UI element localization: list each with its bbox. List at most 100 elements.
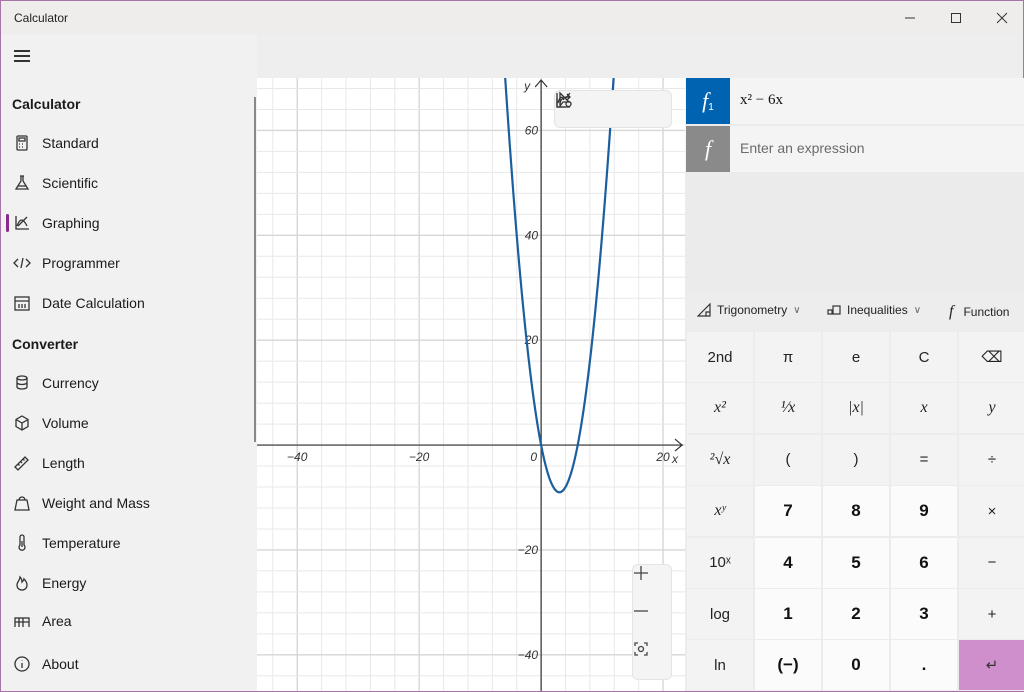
square-button[interactable]: x² — [687, 383, 753, 434]
e-button[interactable]: e — [823, 332, 889, 382]
function-button[interactable]: f Function — [949, 303, 1009, 321]
function-expression[interactable]: x² − 6x — [740, 92, 783, 109]
root-button[interactable]: ²√x — [687, 434, 753, 485]
key-label: 1 — [783, 604, 793, 623]
key-label: 8 — [851, 501, 861, 521]
inequality-icon — [827, 305, 841, 315]
graph-canvas[interactable]: −40 −20 0 20 60 40 20 −20 −40 x y — [257, 78, 685, 691]
sidebar-item-label: Length — [42, 455, 85, 471]
sidebar-item-graphing[interactable]: Graphing — [1, 205, 251, 241]
key-label: 2 — [851, 604, 861, 623]
triangle-icon — [697, 303, 711, 317]
divide-button[interactable]: ÷ — [959, 434, 1024, 485]
key-label: x — [920, 399, 928, 417]
sidebar-item-label: Volume — [42, 415, 89, 431]
keypad: 2nd π e C ⌫ x² ¹⁄x |x| x y ²√x () = ÷ xʸ 7 8 9 × 10ˣ 4 5 6 − log… — [685, 331, 1024, 691]
key-label: 3 — [919, 604, 929, 623]
multiply-button[interactable]: × — [959, 486, 1024, 537]
sidebar-item-area[interactable]: Area — [1, 605, 251, 627]
sidebar-item-about[interactable]: About — [1, 646, 251, 682]
sidebar-item-date-calculation[interactable]: Date Calculation — [1, 285, 251, 321]
key-label: = — [919, 451, 929, 469]
new-function-entry[interactable]: f Enter an expression — [685, 126, 1024, 172]
plus-icon — [634, 566, 648, 580]
power-button[interactable]: xʸ — [687, 486, 753, 537]
sidebar-item-label: Currency — [42, 375, 99, 391]
sidebar-scrollbar[interactable] — [254, 97, 256, 442]
ruler-icon — [12, 453, 32, 473]
sidebar-item-length[interactable]: Length — [1, 445, 251, 481]
sidebar-item-scientific[interactable]: Scientific — [1, 165, 251, 201]
y-tick-label: 40 — [525, 228, 539, 242]
trigonometry-dropdown[interactable]: Trigonometry ∨ — [697, 303, 801, 317]
digit-9-button[interactable]: 9 — [891, 486, 957, 537]
y-variable-button[interactable]: y — [959, 383, 1024, 434]
subtract-button[interactable]: − — [959, 537, 1024, 588]
equals-button[interactable]: = — [891, 434, 957, 485]
close-button[interactable] — [979, 1, 1024, 35]
sidebar-item-label: Energy — [42, 575, 87, 591]
ln-button[interactable]: ln — [687, 640, 753, 691]
x-axis-label: x — [671, 452, 679, 466]
cube-icon — [12, 413, 32, 433]
x-variable-button[interactable]: x — [891, 383, 957, 434]
graph-plot[interactable]: −40 −20 0 20604020−20−40xy — [257, 78, 685, 691]
maximize-button[interactable] — [933, 1, 979, 35]
digit-3-button[interactable]: 3 — [891, 589, 957, 639]
digit-2-button[interactable]: 2 — [823, 589, 889, 639]
calculator-window: Calculator Calculator Standard Scientifi… — [0, 0, 1024, 692]
sidebar-item-temperature[interactable]: Temperature — [1, 525, 251, 561]
zoom-in-button[interactable] — [633, 565, 671, 603]
function-entry-1[interactable]: f1 x² − 6x — [685, 78, 1024, 124]
clear-button[interactable]: C — [891, 332, 957, 382]
sidebar-item-standard[interactable]: Standard — [1, 125, 251, 161]
add-button[interactable]: + — [959, 589, 1024, 639]
digit-7-button[interactable]: 7 — [755, 486, 821, 537]
digit-6-button[interactable]: 6 — [891, 537, 957, 588]
inequalities-dropdown[interactable]: Inequalities ∨ — [827, 303, 921, 317]
zoom-out-button[interactable] — [633, 603, 671, 641]
digit-8-button[interactable]: 8 — [823, 486, 889, 537]
sidebar-item-programmer[interactable]: Programmer — [1, 245, 251, 281]
reciprocal-button[interactable]: ¹⁄x — [755, 383, 821, 434]
close-paren-button[interactable]: ) — [823, 434, 889, 485]
digit-0-button[interactable]: 0 — [823, 640, 889, 691]
pi-button[interactable]: π — [755, 332, 821, 382]
key-label: (−) — [777, 655, 799, 675]
key-label: 4 — [783, 552, 793, 572]
dropdown-label: Inequalities — [847, 303, 908, 317]
key-label: 7 — [783, 501, 793, 521]
negate-button[interactable]: (−) — [755, 640, 821, 691]
hamburger-menu-button[interactable] — [12, 47, 32, 63]
function-badge[interactable]: f1 — [686, 78, 730, 124]
digit-4-button[interactable]: 4 — [755, 537, 821, 588]
log-button[interactable]: log — [687, 589, 753, 639]
key-label: ÷ — [987, 451, 997, 469]
enter-button[interactable]: ↵ — [959, 640, 1024, 691]
function-index: 1 — [708, 101, 714, 113]
minimize-button[interactable] — [887, 1, 933, 35]
key-label: ( — [785, 451, 791, 469]
backspace-button[interactable]: ⌫ — [959, 332, 1024, 382]
absolute-button[interactable]: |x| — [823, 383, 889, 434]
function-symbol: f — [704, 136, 712, 161]
second-button[interactable]: 2nd — [687, 332, 753, 382]
sidebar-item-weight-and-mass[interactable]: Weight and Mass — [1, 485, 251, 521]
calculator-section-heading: Calculator — [12, 96, 81, 112]
reset-view-button[interactable] — [633, 641, 671, 679]
sidebar-item-energy[interactable]: Energy — [1, 565, 251, 601]
sidebar-item-volume[interactable]: Volume — [1, 405, 251, 441]
digit-5-button[interactable]: 5 — [823, 537, 889, 588]
ten-power-button[interactable]: 10ˣ — [687, 537, 753, 588]
digit-1-button[interactable]: 1 — [755, 589, 821, 639]
graph-settings-button[interactable] — [556, 92, 667, 124]
function-list: f1 x² − 6x f Enter an expression — [685, 78, 1024, 293]
open-paren-button[interactable]: ( — [755, 434, 821, 485]
share-button[interactable] — [556, 93, 628, 124]
expression-input-placeholder[interactable]: Enter an expression — [740, 140, 865, 156]
sidebar-item-label: Scientific — [42, 175, 99, 191]
hamburger-icon-line — [14, 60, 30, 62]
key-label: e — [851, 348, 861, 366]
decimal-button[interactable]: . — [891, 640, 957, 691]
sidebar-item-currency[interactable]: Currency — [1, 365, 251, 401]
